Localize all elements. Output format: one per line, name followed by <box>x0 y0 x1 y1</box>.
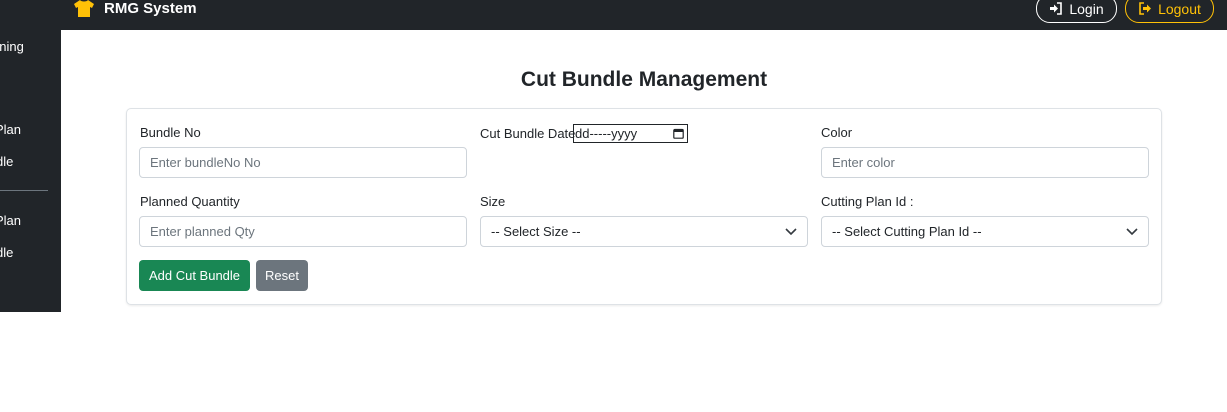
chevron-down-icon <box>785 228 797 236</box>
sidebar-item-planning[interactable]: nning <box>0 39 24 54</box>
login-icon <box>1050 2 1063 15</box>
sidebar-divider <box>0 190 48 191</box>
cutting-plan-id-label: Cutting Plan Id : <box>821 194 914 209</box>
bundle-no-input[interactable]: Enter bundleNo No <box>139 147 467 178</box>
logout-button[interactable]: Logout <box>1125 0 1214 23</box>
color-input[interactable]: Enter color <box>821 147 1149 178</box>
brand-title: RMG System <box>104 0 197 17</box>
cut-bundle-date-label: Cut Bundle Date <box>480 126 576 141</box>
planned-quantity-label: Planned Quantity <box>140 194 240 209</box>
calendar-icon[interactable] <box>673 128 684 139</box>
cut-bundle-form: Bundle No Enter bundleNo No Cut Bundle D… <box>126 108 1162 305</box>
sidebar-item-bundle[interactable]: dle <box>0 154 13 169</box>
chevron-down-icon <box>1126 228 1138 236</box>
sidebar-item-plan-2[interactable]: Plan <box>0 213 21 228</box>
date-value: dd-----yyyy <box>575 126 638 141</box>
logout-label: Logout <box>1158 0 1201 17</box>
brand[interactable]: RMG System <box>74 0 197 17</box>
bundle-no-label: Bundle No <box>140 125 201 140</box>
sidebar-item-bundle-2[interactable]: dle <box>0 245 13 260</box>
cutting-plan-id-select[interactable]: -- Select Cutting Plan Id -- <box>821 216 1149 247</box>
shirt-icon <box>74 0 94 17</box>
color-label: Color <box>821 125 853 140</box>
add-cut-bundle-button[interactable]: Add Cut Bundle <box>139 260 250 291</box>
top-navbar: RMG System Login Logout <box>0 0 1227 30</box>
login-button[interactable]: Login <box>1036 0 1117 23</box>
size-label: Size <box>480 194 506 209</box>
reset-button[interactable]: Reset <box>256 260 308 291</box>
size-selected: -- Select Size -- <box>491 224 581 239</box>
login-label: Login <box>1069 0 1104 17</box>
logout-icon <box>1139 2 1152 15</box>
cut-bundle-date-input[interactable]: dd-----yyyy <box>573 124 688 143</box>
size-select[interactable]: -- Select Size -- <box>480 216 808 247</box>
page-title: Cut Bundle Management <box>520 68 768 91</box>
sidebar-item-plan[interactable]: Plan <box>0 122 21 137</box>
planned-quantity-input[interactable]: Enter planned Qty <box>139 216 467 247</box>
cutting-plan-id-selected: -- Select Cutting Plan Id -- <box>832 224 982 239</box>
